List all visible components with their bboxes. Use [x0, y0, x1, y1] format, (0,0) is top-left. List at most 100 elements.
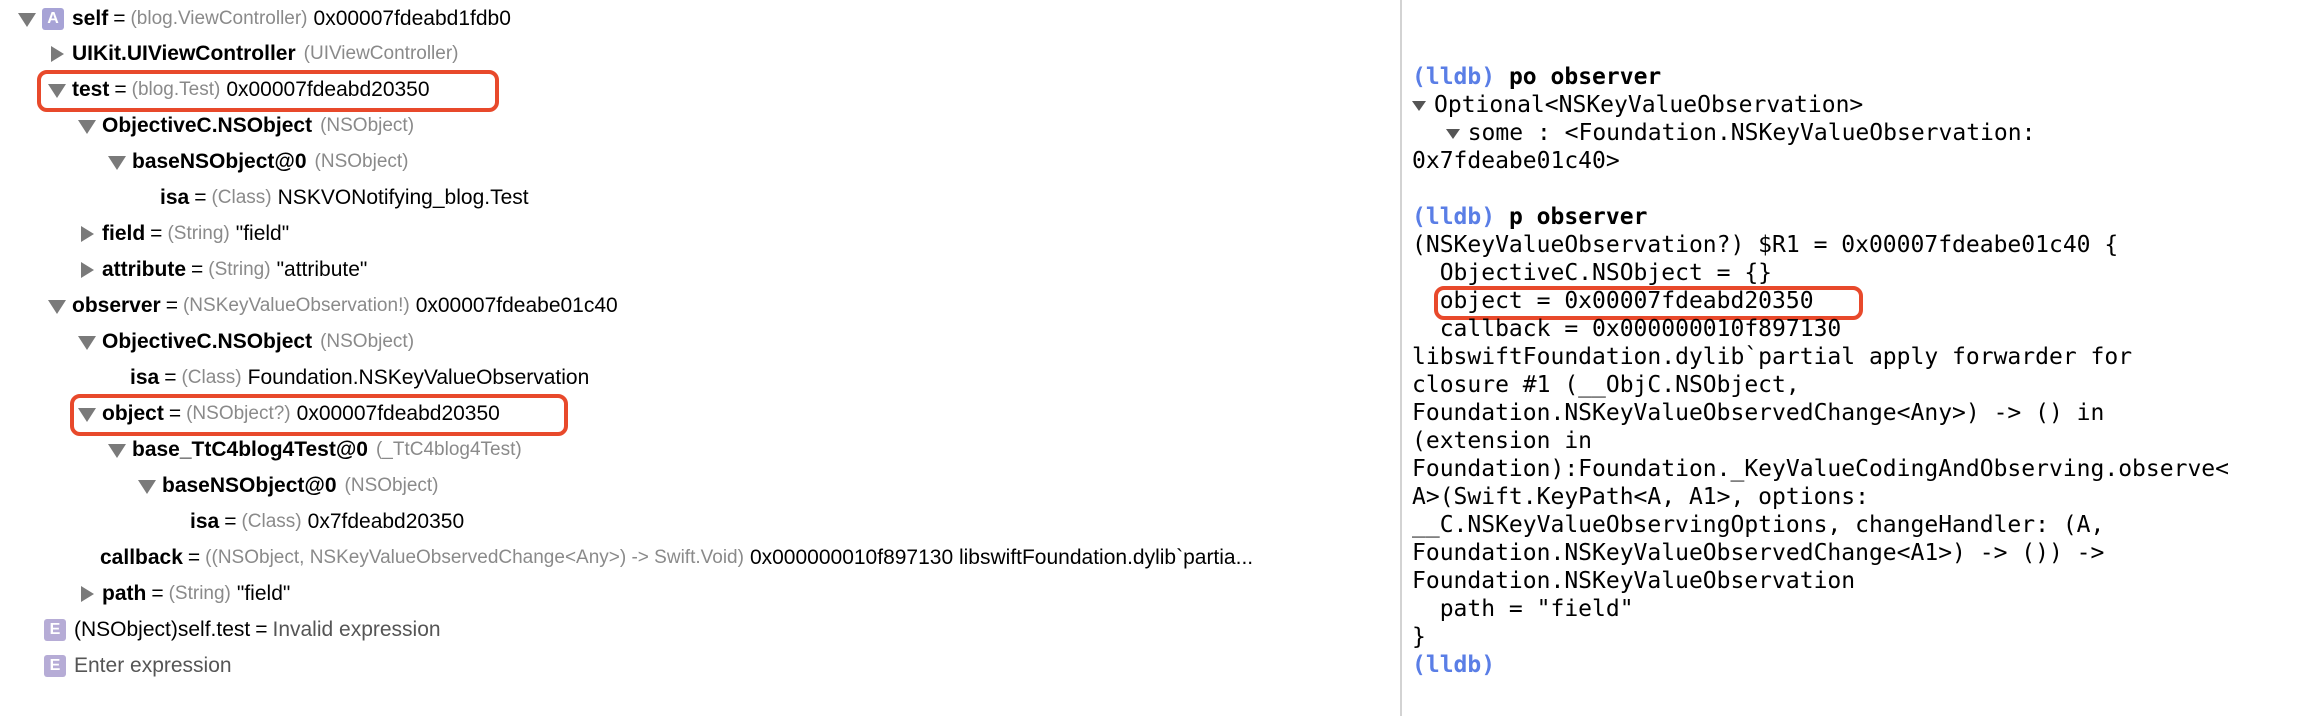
console-line: 0x7fdeabe01c40>	[1412, 148, 1620, 174]
expression-badge-icon: E	[44, 619, 66, 641]
var-row-obs-isa[interactable]: isa = (Class) Foundation.NSKeyValueObser…	[130, 361, 589, 395]
var-name: path	[102, 582, 147, 605]
var-name: base_TtC4blog4Test@0	[132, 438, 368, 461]
var-name: callback	[100, 546, 183, 569]
var-value: Foundation.NSKeyValueObservation	[247, 366, 590, 389]
var-type: (UIViewController)	[303, 43, 459, 64]
console-line: (lldb) p observer	[1412, 203, 1647, 231]
disclosure-closed-icon[interactable]	[76, 224, 98, 244]
var-type: (String)	[168, 583, 231, 604]
var-type: (_TtC4blog4Test)	[375, 439, 522, 460]
var-name: self	[72, 7, 109, 30]
console-line: Foundation):Foundation._KeyValueCodingAn…	[1412, 456, 2229, 482]
var-row-self[interactable]: A self = (blog.ViewController) 0x00007fd…	[16, 2, 511, 36]
var-type: (Class)	[211, 187, 272, 208]
var-type: (String)	[208, 259, 271, 280]
var-type: (Class)	[181, 367, 242, 388]
disclosure-open-icon[interactable]	[16, 9, 38, 29]
console-line: Foundation.NSKeyValueObservedChange<A1>)…	[1412, 540, 2105, 566]
var-row-test-objc[interactable]: ObjectiveC.NSObject (NSObject)	[76, 109, 420, 143]
var-row-uikit[interactable]: UIKit.UIViewController (UIViewController…	[46, 37, 465, 71]
var-type: (NSKeyValueObservation!)	[182, 295, 410, 316]
console-line: (extension in	[1412, 428, 1593, 454]
var-type: (NSObject)	[344, 475, 439, 496]
console-line: (lldb)	[1412, 651, 1495, 679]
console-line: path = "field"	[1412, 596, 1634, 622]
var-name: UIKit.UIViewController	[72, 42, 296, 65]
var-name: observer	[72, 294, 161, 317]
var-name: field	[102, 222, 146, 245]
console-line: (NSKeyValueObservation?) $R1 = 0x00007fd…	[1412, 232, 2119, 258]
console-line: some : <Foundation.NSKeyValueObservation…	[1412, 119, 2035, 147]
console-line: closure #1 (__ObjC.NSObject,	[1412, 372, 1800, 398]
disclosure-icon[interactable]	[1445, 128, 1460, 139]
console-command: po observer	[1508, 64, 1662, 90]
var-type: ((NSObject, NSKeyValueObservedChange<Any…	[205, 547, 744, 568]
debug-console[interactable]: (lldb) po observer Optional<NSKeyValueOb…	[1402, 0, 2302, 716]
var-name: attribute	[102, 258, 186, 281]
console-line: __C.NSKeyValueObservingOptions, changeHa…	[1412, 512, 2105, 538]
expression-input[interactable]: Enter expression	[74, 654, 232, 678]
var-row-obj-base2[interactable]: baseNSObject@0 (NSObject)	[136, 469, 445, 503]
console-line: ObjectiveC.NSObject = {}	[1412, 260, 1773, 286]
var-row-path[interactable]: path = (String) "field"	[76, 577, 290, 611]
console-line: Foundation.NSKeyValueObservedChange<Any>…	[1412, 400, 2105, 426]
disclosure-open-icon[interactable]	[76, 332, 98, 352]
var-row-test-base[interactable]: baseNSObject@0 (NSObject)	[106, 145, 415, 179]
disclosure-closed-icon[interactable]	[46, 44, 68, 64]
lldb-prompt: (lldb)	[1412, 652, 1496, 678]
console-line: callback = 0x000000010f897130	[1412, 316, 1842, 342]
var-name: baseNSObject@0	[132, 150, 307, 173]
var-type: (Class)	[241, 511, 302, 532]
console-line: }	[1412, 624, 1426, 650]
var-type: (NSObject)	[320, 115, 415, 136]
argument-badge-icon: A	[42, 8, 64, 30]
var-value: NSKVONotifying_blog.Test	[277, 186, 529, 209]
console-line: (lldb) po observer	[1412, 63, 1661, 91]
var-value: 0x00007fdeabd1fdb0	[313, 7, 511, 30]
console-line: libswiftFoundation.dylib`partial apply f…	[1412, 344, 2133, 370]
var-type: (String)	[167, 223, 230, 244]
var-row-observer[interactable]: observer = (NSKeyValueObservation!) 0x00…	[46, 289, 618, 323]
var-type: (NSObject)	[314, 151, 409, 172]
var-type: (NSObject)	[320, 331, 415, 352]
var-row-callback[interactable]: callback = ((NSObject, NSKeyValueObserve…	[100, 541, 1398, 575]
console-line: Foundation.NSKeyValueObservation	[1412, 568, 1856, 594]
var-row-obs-objc[interactable]: ObjectiveC.NSObject (NSObject)	[76, 325, 420, 359]
disclosure-closed-icon[interactable]	[76, 584, 98, 604]
var-value: 0x000000010f897130 libswiftFoundation.dy…	[749, 546, 1254, 569]
console-command: p observer	[1508, 204, 1648, 230]
disclosure-open-icon[interactable]	[106, 440, 128, 460]
disclosure-closed-icon[interactable]	[76, 260, 98, 280]
var-row-attribute[interactable]: attribute = (String) "attribute"	[76, 253, 367, 287]
var-name: ObjectiveC.NSObject	[102, 114, 313, 137]
var-value: "field"	[236, 582, 291, 605]
var-type: (blog.ViewController)	[130, 8, 308, 29]
add-expression-row[interactable]: E Enter expression	[44, 649, 232, 683]
disclosure-open-icon[interactable]	[46, 296, 68, 316]
highlight-box	[37, 70, 499, 112]
var-row-obj-isa[interactable]: isa = (Class) 0x7fdeabd20350	[190, 505, 464, 539]
var-value: 0x00007fdeabe01c40	[415, 294, 618, 317]
var-name: isa	[160, 186, 190, 209]
var-name: baseNSObject@0	[162, 474, 337, 497]
var-value: 0x7fdeabd20350	[307, 510, 465, 533]
var-value: "field"	[235, 222, 290, 245]
disclosure-open-icon[interactable]	[136, 476, 158, 496]
console-line: A>(Swift.KeyPath<A, A1>, options:	[1412, 484, 1869, 510]
lldb-prompt: (lldb)	[1412, 64, 1496, 90]
var-name: isa	[130, 366, 160, 389]
highlight-box	[70, 394, 568, 436]
var-row-obj-base[interactable]: base_TtC4blog4Test@0 (_TtC4blog4Test)	[106, 433, 528, 467]
var-value: "attribute"	[276, 258, 368, 281]
disclosure-open-icon[interactable]	[76, 116, 98, 136]
disclosure-icon[interactable]	[1412, 100, 1426, 111]
var-row-field[interactable]: field = (String) "field"	[76, 217, 289, 251]
var-row-test-isa[interactable]: isa = (Class) NSKVONotifying_blog.Test	[160, 181, 529, 215]
expression-text: (NSObject)self.test	[74, 618, 251, 641]
disclosure-open-icon[interactable]	[106, 152, 128, 172]
console-line: Optional<NSKeyValueObservation>	[1412, 91, 1863, 119]
var-name: ObjectiveC.NSObject	[102, 330, 313, 353]
lldb-prompt: (lldb)	[1412, 204, 1496, 230]
expression-row[interactable]: E (NSObject)self.test = Invalid expressi…	[44, 613, 441, 647]
